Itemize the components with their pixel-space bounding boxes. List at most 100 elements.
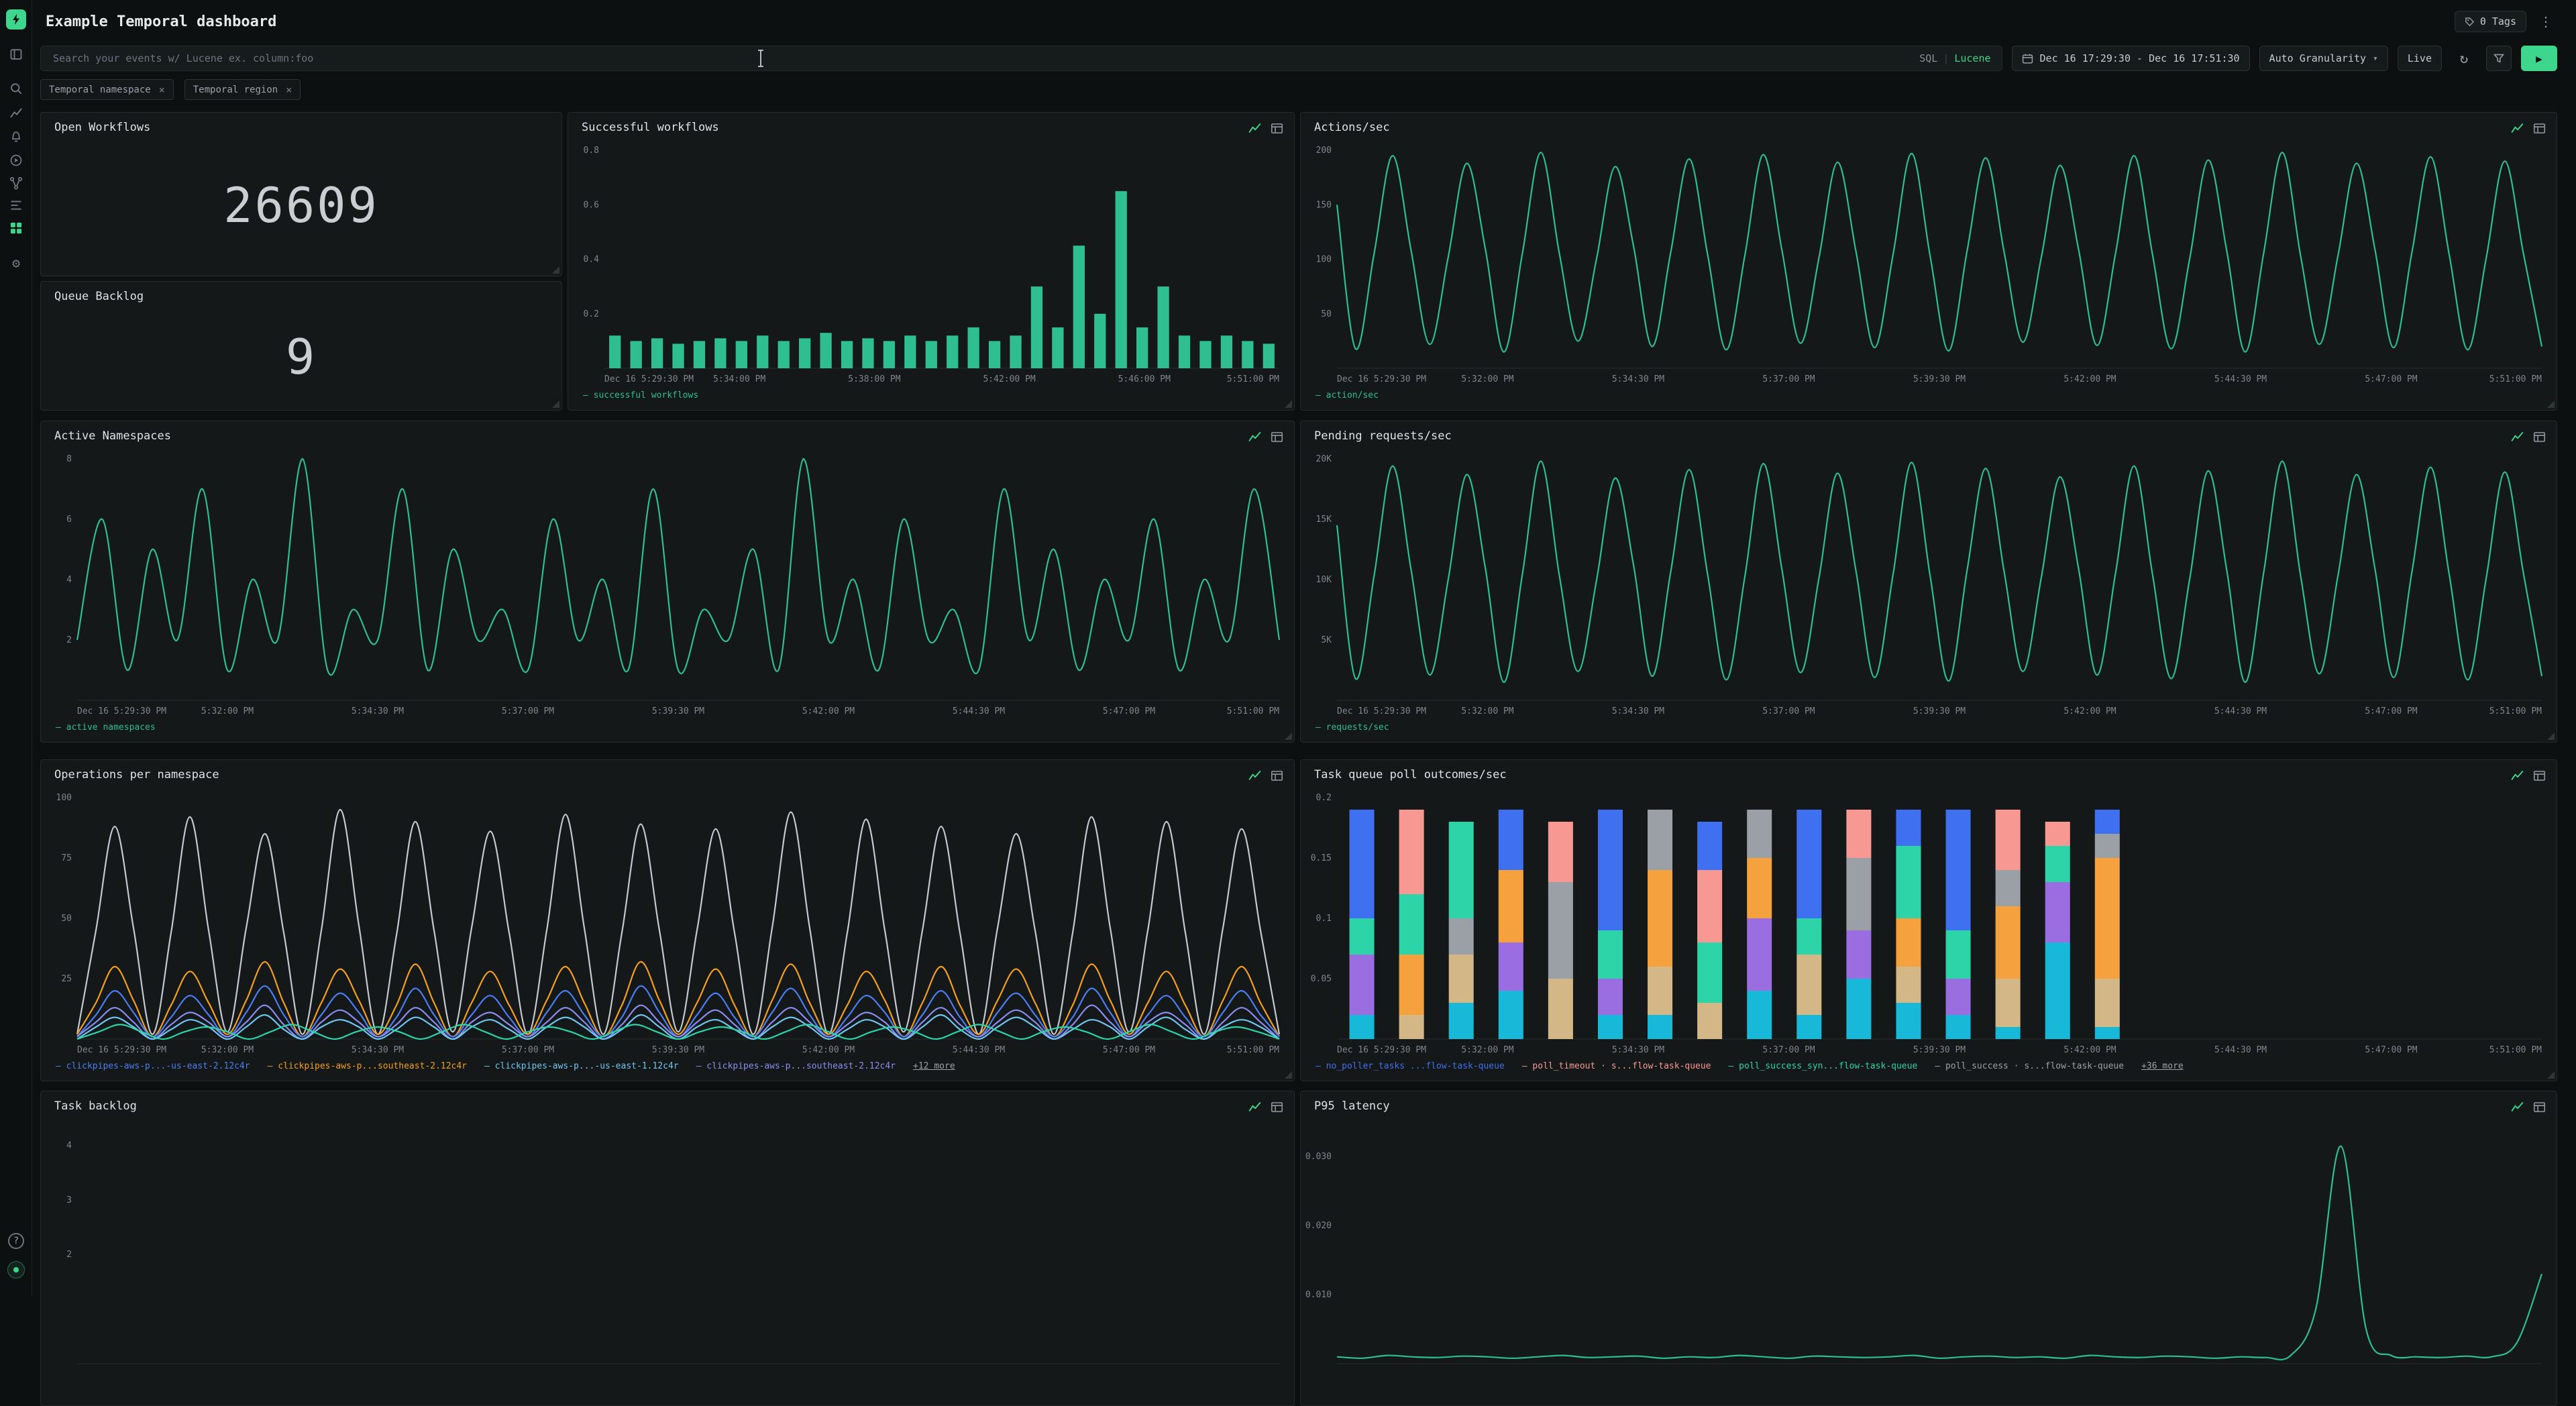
panel-resize-handle[interactable] — [552, 266, 559, 274]
granularity-select[interactable]: Auto Granularity ▾ — [2259, 46, 2388, 71]
table-view-icon[interactable] — [2533, 769, 2546, 782]
dashboard-title[interactable]: Example Temporal dashboard — [46, 13, 2455, 30]
chevron-down-icon: ▾ — [2373, 54, 2378, 64]
task-queue-poll-chart[interactable]: 0.050.10.150.2Dec 16 5:29:30 PM5:32:00 P… — [1306, 788, 2551, 1057]
lucene-mode-button[interactable]: Lucene — [1954, 52, 1990, 64]
svg-text:Dec 16 5:29:30 PM: Dec 16 5:29:30 PM — [1337, 1045, 1426, 1055]
text-cursor — [757, 49, 765, 68]
chart-legend[interactable] — [56, 1386, 1283, 1399]
chart-view-icon[interactable] — [1248, 122, 1261, 135]
sidebar-toggle-icon[interactable] — [9, 48, 23, 61]
app-logo[interactable] — [6, 9, 26, 30]
task-backlog-chart[interactable]: 234 — [46, 1120, 1289, 1381]
chart-view-icon[interactable] — [1248, 1101, 1261, 1114]
refresh-button[interactable]: ↻ — [2451, 46, 2477, 71]
kebab-icon: ⋮ — [2539, 13, 2553, 30]
panel-resize-handle[interactable] — [552, 400, 559, 408]
table-view-icon[interactable] — [2533, 1101, 2546, 1114]
panel-resize-handle[interactable] — [1285, 400, 1292, 408]
chart-legend[interactable]: — requests/sec — [1316, 722, 2546, 736]
filter-button[interactable] — [2486, 46, 2512, 71]
service-map-icon[interactable] — [9, 176, 23, 190]
logs-icon[interactable] — [9, 199, 23, 212]
sql-mode-button[interactable]: SQL — [1919, 52, 1937, 64]
help-button[interactable]: ? — [8, 1233, 24, 1249]
chart-legend[interactable]: — active namespaces — [56, 722, 1283, 736]
chart-explorer-icon[interactable] — [9, 106, 23, 119]
search-input[interactable] — [52, 52, 1919, 65]
panel-resize-handle[interactable] — [2547, 400, 2555, 408]
p95-latency-chart[interactable]: 0.0100.0200.030 — [1306, 1120, 2551, 1381]
panel-resize-handle[interactable] — [1285, 1071, 1292, 1079]
svg-text:5:51:00 PM: 5:51:00 PM — [1227, 374, 1279, 384]
sessions-icon[interactable] — [9, 154, 23, 167]
search-box[interactable]: SQL | Lucene — [40, 46, 2002, 71]
legend-item[interactable]: — successful workflows — [583, 390, 698, 400]
chart-legend[interactable]: — successful workflows — [583, 390, 1283, 404]
query-mode-switch[interactable]: SQL | Lucene — [1919, 52, 1990, 64]
filter-chip-temporal-region[interactable]: Temporal region × — [184, 79, 301, 100]
search-nav-icon[interactable] — [9, 82, 23, 95]
legend-item[interactable]: — poll_success · s...flow-task-queue — [1935, 1061, 2124, 1071]
successful-workflows-chart[interactable]: 0.20.40.60.8Dec 16 5:29:30 PM5:34:00 PM5… — [574, 141, 1289, 386]
svg-text:5:39:30 PM: 5:39:30 PM — [652, 706, 704, 716]
alerts-icon[interactable] — [9, 130, 23, 144]
table-view-icon[interactable] — [2533, 122, 2546, 135]
svg-text:5:51:00 PM: 5:51:00 PM — [1227, 706, 1279, 716]
actions-sec-chart[interactable]: 50100150200Dec 16 5:29:30 PM5:32:00 PM5:… — [1306, 141, 2551, 386]
table-view-icon[interactable] — [1271, 431, 1283, 443]
chart-legend[interactable]: — clickpipes-aws-p...-us-east-2.12c4r — c… — [56, 1061, 1283, 1075]
table-view-icon[interactable] — [1271, 769, 1283, 782]
legend-item[interactable]: — requests/sec — [1316, 722, 1389, 733]
svg-text:5:34:30 PM: 5:34:30 PM — [1612, 706, 1664, 716]
run-query-button[interactable]: ▶ — [2521, 46, 2557, 71]
operations-per-namespace-chart[interactable]: 255075100Dec 16 5:29:30 PM5:32:00 PM5:34… — [46, 788, 1289, 1057]
settings-icon[interactable]: ⚙ — [9, 256, 23, 270]
chart-view-icon[interactable] — [1248, 431, 1261, 443]
filter-chips: Temporal namespace × Temporal region × — [40, 79, 301, 100]
panel-resize-handle[interactable] — [1285, 733, 1292, 740]
svg-text:5:42:00 PM: 5:42:00 PM — [2063, 374, 2116, 384]
legend-item[interactable]: — action/sec — [1316, 390, 1379, 400]
legend-item[interactable]: — poll_success_syn...flow-task-queue — [1729, 1061, 1918, 1071]
close-icon[interactable]: × — [286, 84, 292, 96]
chart-view-icon[interactable] — [1248, 769, 1261, 782]
legend-item[interactable]: — clickpipes-aws-p...-us-east-1.12c4r — [484, 1061, 679, 1071]
active-namespaces-chart[interactable]: 2468Dec 16 5:29:30 PM5:32:00 PM5:34:30 P… — [46, 449, 1289, 718]
legend-item[interactable]: — active namespaces — [56, 722, 156, 733]
panel-resize-handle[interactable] — [2547, 1071, 2555, 1079]
svg-text:5:38:00 PM: 5:38:00 PM — [848, 374, 900, 384]
panel-title: Actions/sec — [1314, 121, 1390, 134]
pending-requests-chart[interactable]: 5K10K15K20KDec 16 5:29:30 PM5:32:00 PM5:… — [1306, 449, 2551, 718]
chart-view-icon[interactable] — [2511, 431, 2524, 443]
panel-title: Open Workflows — [54, 121, 150, 134]
more-options-button[interactable]: ⋮ — [2534, 10, 2557, 33]
legend-item[interactable]: — poll_timeout · s...flow-task-queue — [1522, 1061, 1711, 1071]
chart-view-icon[interactable] — [2511, 1101, 2524, 1114]
svg-text:5:51:00 PM: 5:51:00 PM — [1227, 1045, 1279, 1055]
legend-item[interactable]: — no_poller_tasks ...flow-task-queue — [1316, 1061, 1505, 1071]
legend-more-link[interactable]: +12 more — [913, 1061, 955, 1071]
svg-text:5:32:00 PM: 5:32:00 PM — [201, 706, 254, 716]
legend-more-link[interactable]: +36 more — [2141, 1061, 2184, 1071]
live-button[interactable]: Live — [2398, 46, 2442, 71]
filter-chip-temporal-namespace[interactable]: Temporal namespace × — [40, 79, 174, 100]
legend-item[interactable]: — clickpipes-aws-p...-us-east-2.12c4r — [56, 1061, 250, 1071]
tags-badge[interactable]: 0 Tags — [2455, 11, 2526, 32]
table-view-icon[interactable] — [2533, 431, 2546, 443]
chart-legend[interactable]: — action/sec — [1316, 390, 2546, 404]
legend-item[interactable]: — clickpipes-aws-p...southeast-2.12c4r — [696, 1061, 896, 1071]
chart-legend[interactable] — [1316, 1386, 2546, 1399]
table-view-icon[interactable] — [1271, 122, 1283, 135]
svg-text:Dec 16 5:29:30 PM: Dec 16 5:29:30 PM — [1337, 374, 1426, 384]
time-range-picker[interactable]: Dec 16 17:29:30 - Dec 16 17:51:30 — [2012, 46, 2250, 71]
panel-resize-handle[interactable] — [2547, 733, 2555, 740]
dashboards-icon[interactable] — [9, 221, 23, 235]
close-icon[interactable]: × — [159, 84, 165, 96]
legend-item[interactable]: — clickpipes-aws-p...southeast-2.12c4r — [268, 1061, 467, 1071]
chart-view-icon[interactable] — [2511, 769, 2524, 782]
user-avatar[interactable] — [7, 1261, 25, 1279]
table-view-icon[interactable] — [1271, 1101, 1283, 1114]
chart-legend[interactable]: — no_poller_tasks ...flow-task-queue — po… — [1316, 1061, 2546, 1075]
chart-view-icon[interactable] — [2511, 122, 2524, 135]
